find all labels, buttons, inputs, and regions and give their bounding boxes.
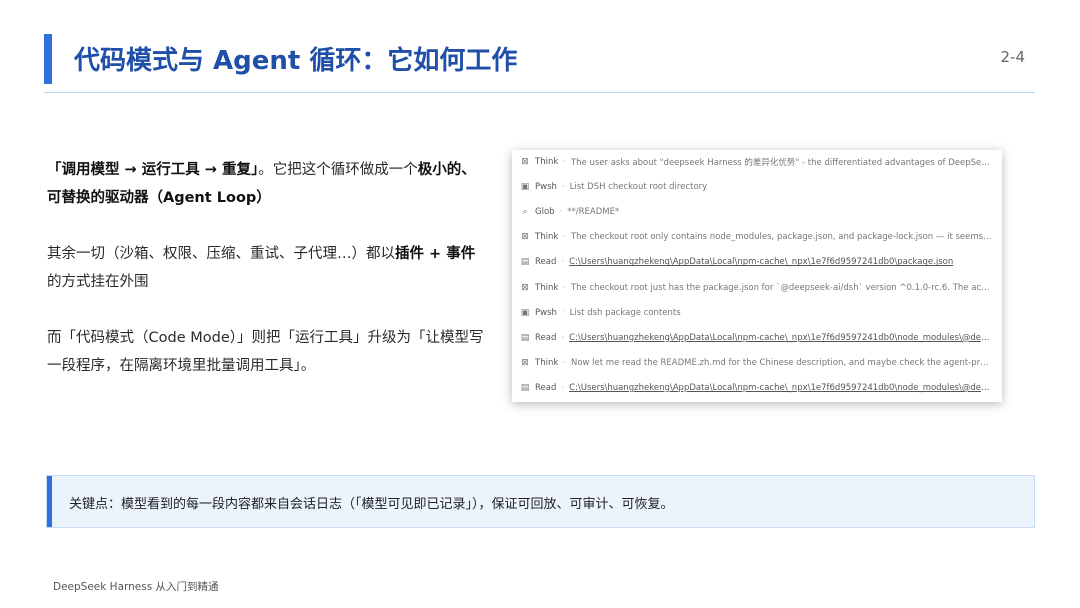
log-detail-text: The checkout root only contains node_mod… [570, 232, 992, 243]
log-row[interactable]: ▣ Pwsh · List dsh package contents [520, 306, 992, 320]
paragraph-code-mode: 而「代码模式（Code Mode）」则把「运行工具」升级为「让模型写一段程序，在… [47, 330, 484, 374]
log-row[interactable]: ▣ Pwsh · List DSH checkout root directory [520, 180, 992, 194]
loop-text: 。它把这个循环做成一个 [258, 162, 418, 178]
log-separator: · [561, 257, 565, 268]
log-row[interactable]: ⌕ Glob · **/README* [520, 205, 992, 219]
log-kind-label: Think [535, 157, 559, 167]
think-icon: ⊠ [521, 282, 529, 293]
search-icon: ⌕ [522, 207, 528, 218]
log-row[interactable]: ▤ Read · C:\Users\huangzhekeng\AppData\Loca… [520, 255, 992, 269]
log-kind-label: Think [535, 232, 559, 243]
body-text: 「调用模型 → 运行工具 → 重复」。它把这个循环做成一个极小的、可替换的驱动器… [47, 156, 487, 408]
plugins-text-a: 其余一切（沙箱、权限、压缩、重试、子代理…）都以 [47, 246, 395, 262]
log-kind-label: Think [535, 357, 559, 368]
log-separator: · [563, 232, 566, 243]
footer-text: DeepSeek Harness 从入门到精通 [53, 581, 219, 593]
log-kind-label: Read [535, 257, 557, 268]
log-detail-text: List dsh package contents [569, 307, 681, 318]
log-row[interactable]: ▤ Read · C:\Users\huangzhekeng\AppData\Loca… [520, 381, 992, 395]
think-icon: ⊠ [521, 157, 529, 167]
log-separator: · [561, 382, 565, 393]
log-file-path-link[interactable]: C:\Users\huangzhekeng\AppData\Local\npm-… [569, 333, 992, 343]
log-row[interactable]: ⊠ Think · The user asks about "deepseek Har… [520, 155, 992, 169]
loop-bold-phrase: 「调用模型 → 运行工具 → 重复」 [47, 162, 259, 178]
think-icon: ⊠ [521, 232, 529, 243]
log-detail-text: **/README* [567, 207, 620, 218]
log-file-path-link[interactable]: C:\Users\huangzhekeng\AppData\Local\npm-… [569, 383, 992, 393]
log-kind-label: Pwsh [535, 307, 557, 318]
paragraph-plugins: 其余一切（沙箱、权限、压缩、重试、子代理…）都以插件 + 事件的方式挂在外围 [47, 240, 487, 296]
log-detail-text: Now let me read the README.zh.md for the… [570, 357, 992, 368]
file-icon: ▤ [520, 382, 530, 393]
log-detail-text: List DSH checkout root directory [569, 182, 708, 193]
key-point-callout: 关键点：模型看到的每一段内容都来自会话日志（「模型可见即已记录」），保证可回放、… [46, 475, 1035, 528]
paragraph-loop: 「调用模型 → 运行工具 → 重复」。它把这个循环做成一个极小的、可替换的驱动器… [47, 156, 487, 212]
log-row[interactable]: ⊠ Think · Now let me read the README.zh.md … [520, 356, 992, 370]
agent-log-screenshot: ⊠ Think · The user asks about "deepseek Har… [512, 150, 1002, 402]
title-accent-bar [44, 34, 52, 84]
log-separator: · [561, 182, 565, 193]
log-separator: · [561, 332, 565, 343]
log-detail-text: The user asks about "deepseek Harness 的差… [570, 158, 992, 168]
plugins-bold: 插件 + 事件 [395, 246, 476, 262]
log-separator: · [563, 282, 566, 293]
log-separator: · [563, 357, 566, 368]
callout-accent-bar [47, 476, 52, 527]
page-number: 2-4 [1000, 48, 1026, 66]
think-icon: ⊠ [521, 357, 529, 368]
file-icon: ▤ [520, 332, 530, 343]
title-divider [44, 92, 1035, 93]
log-kind-label: Read [535, 332, 557, 343]
log-row[interactable]: ⊠ Think · The checkout root only contains n… [520, 230, 992, 244]
plugins-text-b: 的方式挂在外围 [47, 274, 149, 290]
log-kind-label: Think [535, 282, 559, 293]
log-row[interactable]: ▤ Read · C:\Users\huangzhekeng\AppData\Loca… [520, 331, 992, 345]
log-kind-label: Read [535, 382, 557, 393]
callout-text: 关键点：模型看到的每一段内容都来自会话日志（「模型可见即已记录」），保证可回放、… [69, 497, 674, 512]
log-detail-text: The checkout root just has the package.j… [570, 282, 992, 293]
terminal-icon: ▣ [520, 182, 530, 193]
file-icon: ▤ [520, 257, 530, 268]
slide-title: 代码模式与 Agent 循环：它如何工作 [74, 46, 518, 76]
terminal-icon: ▣ [520, 307, 530, 318]
log-row[interactable]: ⊠ Think · The checkout root just has the pa… [520, 281, 992, 295]
log-separator: · [563, 157, 566, 167]
log-separator: · [561, 307, 565, 318]
log-file-path-link[interactable]: C:\Users\huangzhekeng\AppData\Local\npm-… [569, 257, 992, 267]
log-separator: · [559, 207, 563, 218]
log-kind-label: Pwsh [535, 182, 557, 193]
log-kind-label: Glob [535, 207, 555, 218]
